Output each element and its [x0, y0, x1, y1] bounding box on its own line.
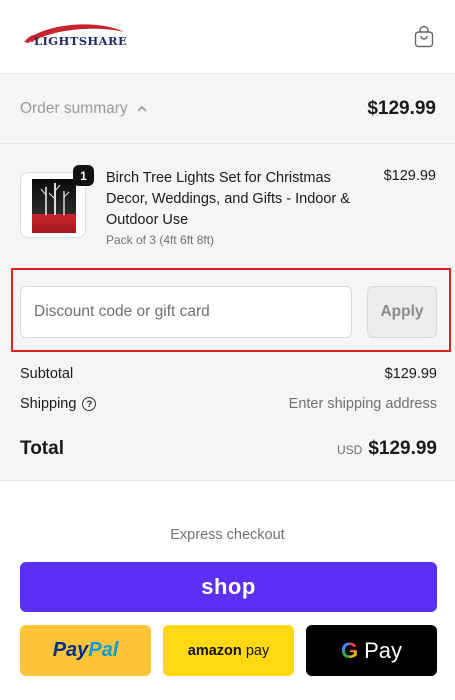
lightshare-logo[interactable]: LIGHTSHARE [20, 20, 130, 54]
product-image [32, 179, 76, 233]
amazon-label-part2: pay [245, 642, 270, 659]
shipping-row: Shipping ? Enter shipping address [20, 396, 437, 412]
paypal-label-part2: Pal [88, 639, 119, 661]
express-payment-row: Pay Pal amazon pay G Pay [20, 625, 437, 676]
subtotal-row: Subtotal $129.99 [20, 366, 437, 382]
logo-text: LIGHTSHARE [34, 33, 128, 48]
product-thumbnail: 1 [20, 165, 94, 238]
shipping-label: Shipping [20, 396, 77, 412]
total-amount-group: USD $129.99 [337, 438, 437, 460]
currency-code: USD [336, 443, 363, 457]
order-summary-bar[interactable]: Order summary $129.99 [0, 74, 455, 144]
product-info: Birch Tree Lights Set for Christmas Deco… [106, 168, 366, 258]
express-checkout-title: Express checkout [170, 527, 285, 543]
order-summary-toggle[interactable]: Order summary [20, 100, 148, 118]
shop-pay-button[interactable]: shop [20, 562, 437, 612]
total-label: Total [20, 438, 64, 459]
order-summary-label: Order summary [20, 99, 128, 117]
help-icon[interactable]: ? [82, 397, 97, 411]
shopping-bag-icon[interactable] [413, 25, 435, 48]
product-title: Birch Tree Lights Set for Christmas Deco… [106, 170, 350, 228]
google-g-icon: G [340, 637, 359, 663]
shop-pay-label: shop [201, 574, 256, 599]
shipping-value: Enter shipping address [288, 396, 437, 412]
subtotal-value: $129.99 [384, 366, 437, 382]
google-pay-label: Pay [364, 637, 403, 663]
paypal-label-part1: Pay [52, 639, 89, 661]
line-item: 1 Birch Tree Lights Set for Christmas De… [20, 165, 436, 258]
total-amount: $129.99 [368, 438, 437, 459]
shipping-label-group: Shipping ? [20, 396, 97, 412]
chevron-up-icon [137, 105, 147, 112]
amazon-pay-button[interactable]: amazon pay [163, 625, 294, 676]
quantity-badge: 1 [73, 165, 94, 186]
apply-discount-button[interactable]: Apply [367, 286, 437, 338]
amazon-label-part1: amazon [187, 642, 242, 659]
google-pay-button[interactable]: G Pay [306, 625, 437, 676]
paypal-button[interactable]: Pay Pal [20, 625, 151, 676]
header: LIGHTSHARE [0, 0, 455, 74]
order-summary-total: $129.99 [367, 97, 436, 119]
subtotal-label: Subtotal [20, 366, 74, 382]
total-row: Total USD $129.99 [20, 438, 437, 460]
product-variant: Pack of 3 (4ft 6ft 8ft) [106, 233, 215, 247]
product-price: $129.99 [383, 168, 436, 184]
discount-code-input[interactable] [20, 286, 352, 338]
